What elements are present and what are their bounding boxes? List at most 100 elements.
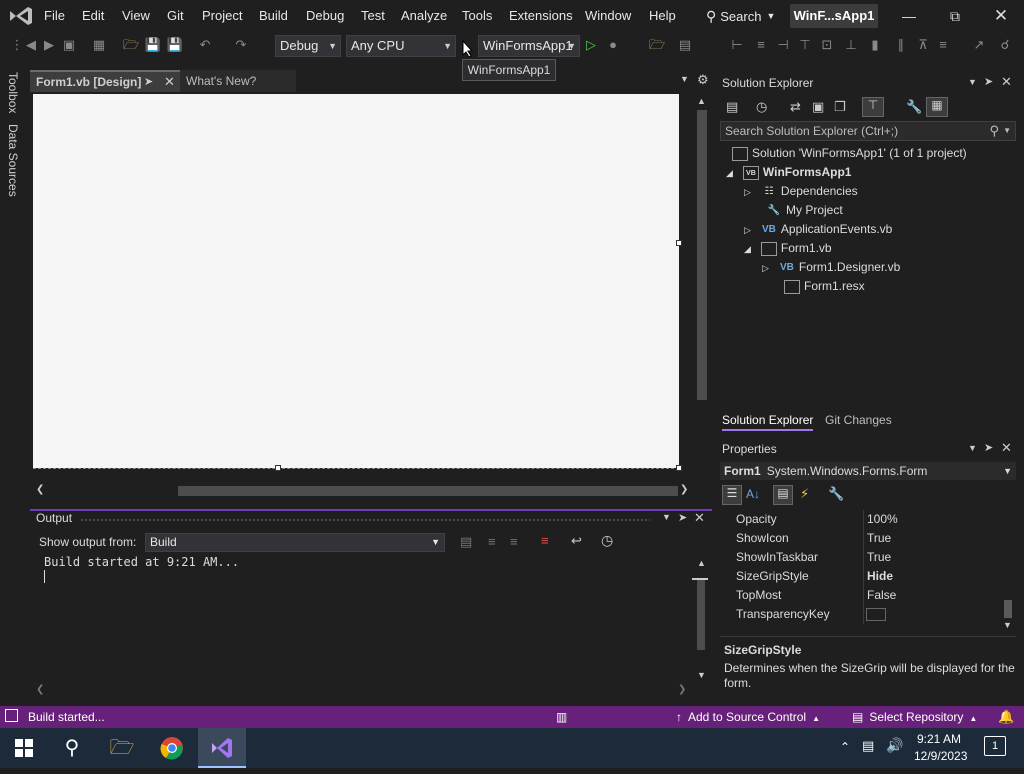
close-tab-icon[interactable]: ✕ xyxy=(164,72,175,92)
file-explorer-icon[interactable]: 🗁 xyxy=(98,728,146,768)
categorized-icon[interactable]: ☰ xyxy=(722,485,742,505)
output-source-select[interactable]: Build ▼ xyxy=(145,533,445,552)
make-same-size-icon[interactable]: ▮ xyxy=(866,36,884,54)
tree-item-project[interactable]: ◢ VB WinFormsApp1 xyxy=(726,163,851,182)
scroll-right-icon[interactable]: ❯ xyxy=(678,684,686,695)
close-icon[interactable]: ✕ xyxy=(978,0,1024,32)
pane-menu-icon[interactable]: ▼ xyxy=(968,443,977,453)
notifications-bell-icon[interactable]: 🔔 xyxy=(998,706,1014,728)
align-tops-icon[interactable]: ⊤ xyxy=(796,36,814,54)
menu-analyze[interactable]: Analyze xyxy=(401,0,447,32)
properties-scroll-thumb[interactable] xyxy=(1004,600,1012,618)
form1-canvas[interactable] xyxy=(33,94,679,468)
close-icon[interactable]: ✕ xyxy=(1001,440,1012,456)
message-icon[interactable] xyxy=(5,709,18,722)
show-all-files-icon[interactable]: ❐ xyxy=(834,99,846,115)
resize-handle-right[interactable] xyxy=(676,240,682,246)
horizontal-spacing-icon[interactable]: ∥ xyxy=(892,36,910,54)
output-vertical-thumb[interactable] xyxy=(697,580,705,650)
menu-build[interactable]: Build xyxy=(259,0,288,32)
scroll-down-icon[interactable]: ▼ xyxy=(1003,620,1012,630)
menu-file[interactable]: File xyxy=(44,0,65,32)
align-bottoms-icon[interactable]: ⊥ xyxy=(842,36,860,54)
navigate-back-icon[interactable]: ◀ xyxy=(22,36,40,54)
property-row-selected[interactable]: SizeGripStyle Hide xyxy=(720,567,1016,586)
property-row[interactable]: TopMost False xyxy=(720,586,1016,605)
output-pin-icon[interactable]: ➤ xyxy=(678,511,687,524)
scroll-down-icon[interactable]: ▼ xyxy=(697,670,706,680)
tree-item-form1-designer[interactable]: ▷ VB Form1.Designer.vb xyxy=(762,258,900,277)
pane-menu-icon[interactable]: ▼ xyxy=(968,77,977,87)
chevron-up-icon[interactable]: ⌃ xyxy=(840,740,850,754)
menu-debug[interactable]: Debug xyxy=(306,0,344,32)
next-message-icon[interactable]: ≡ xyxy=(510,534,518,549)
output-close-icon[interactable]: ✕ xyxy=(694,510,705,526)
new-project-icon[interactable]: ▣ xyxy=(60,36,78,54)
previous-message-icon[interactable]: ≡ xyxy=(488,534,496,549)
property-object-select[interactable]: Form1 System.Windows.Forms.Form ▼ xyxy=(720,462,1016,480)
tree-item-form1-resx[interactable]: Form1.resx xyxy=(784,277,865,296)
property-row[interactable]: ShowIcon True xyxy=(720,529,1016,548)
align-lefts-icon[interactable]: ⊢ xyxy=(728,36,746,54)
volume-icon[interactable]: 🔊 xyxy=(886,737,903,754)
tab-solution-explorer[interactable]: Solution Explorer xyxy=(722,413,814,431)
select-repository-button[interactable]: ▤ Select Repository ▲ xyxy=(852,706,977,728)
save-icon[interactable]: 💾 xyxy=(144,36,162,54)
menu-view[interactable]: View xyxy=(122,0,150,32)
menu-project[interactable]: Project xyxy=(202,0,242,32)
history-icon[interactable]: ◷ xyxy=(756,99,767,115)
property-pages-icon[interactable]: 🔧 xyxy=(828,486,844,502)
layout-icon[interactable]: ▤ xyxy=(676,36,694,54)
property-row[interactable]: ShowInTaskbar True xyxy=(720,548,1016,567)
output-drag-grip[interactable] xyxy=(80,518,650,522)
events-lightning-icon[interactable]: ⚡ xyxy=(800,486,809,502)
property-row[interactable]: TransparencyKey xyxy=(720,605,1016,624)
tree-item-solution[interactable]: Solution 'WinFormsApp1' (1 of 1 project) xyxy=(732,144,967,163)
taskbar-clock[interactable]: 9:21 AM 12/9/2023 xyxy=(914,731,967,765)
output-menu-icon[interactable]: ▼ xyxy=(662,512,671,522)
align-middles-icon[interactable]: ⊡ xyxy=(818,36,836,54)
vertical-spacing-icon[interactable]: ⊼ xyxy=(914,36,932,54)
data-sources-tab[interactable]: Data Sources xyxy=(6,124,20,197)
back-home-icon[interactable]: ▤ xyxy=(726,99,738,115)
scroll-right-icon[interactable]: ❯ xyxy=(680,484,688,495)
alphabetical-icon[interactable]: A↓ xyxy=(746,487,760,501)
tree-item-my-project[interactable]: 🔧 My Project xyxy=(766,201,843,220)
windows-start-icon[interactable] xyxy=(0,728,48,768)
gear-icon[interactable]: ⚙ xyxy=(697,72,709,88)
background-task-icon[interactable]: ▥ xyxy=(556,706,567,728)
property-value[interactable]: 100% xyxy=(867,510,898,529)
collapse-all-icon[interactable]: ▣ xyxy=(812,99,824,115)
word-wrap-icon[interactable]: ↩ xyxy=(571,533,582,549)
tab-overflow-icon[interactable]: ▼ xyxy=(680,74,689,84)
resize-handle-corner[interactable] xyxy=(676,465,682,471)
clear-all-icon[interactable]: ≡ xyxy=(541,533,549,548)
notification-center-icon[interactable]: 1 xyxy=(984,736,1006,756)
solution-title-badge[interactable]: WinF...sApp1 xyxy=(790,4,878,28)
platform-select[interactable]: Any CPU ▼ xyxy=(346,35,456,57)
toolbox-tab[interactable]: Toolbox xyxy=(6,72,20,113)
restore-icon[interactable]: ⧉ xyxy=(932,0,978,32)
tree-item-application-events[interactable]: ▷ VB ApplicationEvents.vb xyxy=(744,220,892,239)
scroll-left-icon[interactable]: ❮ xyxy=(36,684,44,695)
menu-test[interactable]: Test xyxy=(361,0,385,32)
close-icon[interactable]: ✕ xyxy=(1001,74,1012,90)
configuration-select[interactable]: Debug ▼ xyxy=(275,35,341,57)
live-share-icon[interactable]: ↗ xyxy=(970,36,988,54)
output-text[interactable]: Build started at 9:21 AM... xyxy=(44,555,239,569)
search-button[interactable]: ⚲ Search ▼ xyxy=(700,4,781,28)
navigate-forward-icon[interactable]: ▶ xyxy=(40,36,58,54)
add-to-source-control-button[interactable]: ↑ Add to Source Control ▲ xyxy=(676,706,820,728)
chrome-icon[interactable] xyxy=(148,728,196,768)
menu-help[interactable]: Help xyxy=(649,0,676,32)
menu-tools[interactable]: Tools xyxy=(462,0,492,32)
hot-reload-icon[interactable]: ● xyxy=(604,36,622,54)
open-folder-icon[interactable]: 🗁 xyxy=(122,36,140,54)
feedback-icon[interactable]: ☌ xyxy=(996,36,1014,54)
property-row[interactable]: Opacity 100% xyxy=(720,510,1016,529)
align-centers-icon[interactable]: ≡ xyxy=(752,36,770,54)
sync-icon[interactable]: ⇄ xyxy=(790,99,801,115)
property-value[interactable]: True xyxy=(867,529,891,548)
resize-handle-bottom[interactable] xyxy=(275,465,281,471)
network-icon[interactable]: ▤ xyxy=(862,738,874,754)
